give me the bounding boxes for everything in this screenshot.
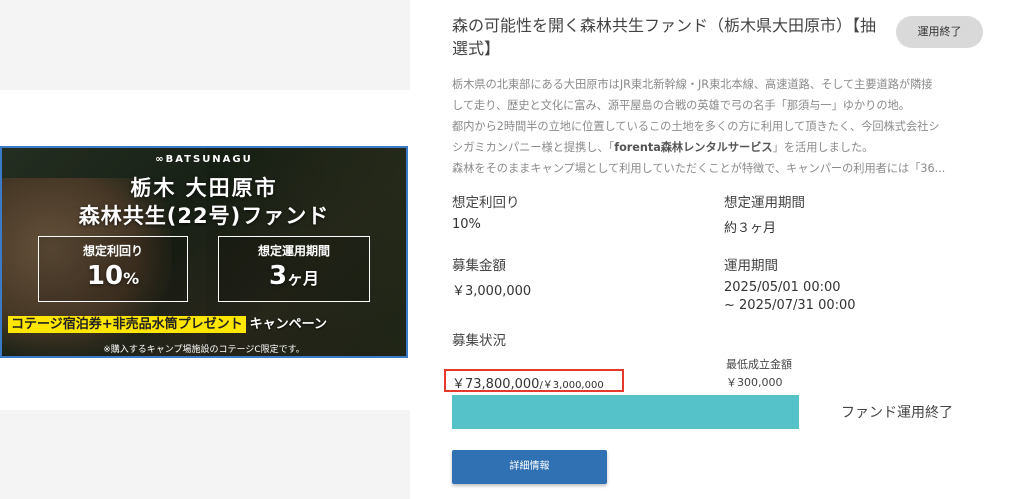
description-line: して走り、歴史と文化に富み、源平屋島の合戦の英雄で弓の名手「那須与一」ゆかりの地… [452,99,910,112]
raised-amount: ￥73,800,000/￥3,000,000 [452,373,604,392]
expected-yield-value: 10% [452,217,481,232]
banner-period-value: 3ヶ月 [268,261,320,291]
recruitment-status-label: 募集状況 [452,333,506,349]
banner-yield-value: 10% [86,261,140,291]
description-line: 森林をそのままキャンプ場として利用していただくことが特徴で、キャンパーの利用者に… [452,162,946,175]
card-background-bottom [0,410,410,499]
raised-target-value: /￥3,000,000 [539,380,604,391]
description-line: 都内から2時間半の立地に位置しているこの土地を多くの方に利用して頂きたく、今回株… [452,120,940,133]
min-amount-label: 最低成立金額 [726,358,792,371]
operation-period-label: 運用期間 [724,258,778,274]
banner-yield-box: 想定利回り 10% [38,236,188,302]
card-background-top [0,0,410,90]
banner-period-box: 想定運用期間 3ヶ月 [218,236,370,302]
banner-promo-highlight: コテージ宿泊券+非売品水筒プレゼント [8,316,246,333]
detail-button[interactable]: 詳細情報 [452,450,607,484]
banner-title-line1: 栃木 大田原市 [130,176,278,200]
expected-period-label: 想定運用期間 [724,195,805,211]
description-line: シガミカンパニー様と提携し、「forenta森林レンタルサービス」を活用しました… [452,141,874,154]
fund-title[interactable]: 森の可能性を開く森林共生ファンド（栃木県大田原市）【抽選式】 [452,14,882,60]
banner-period-label: 想定運用期間 [257,244,330,258]
raised-amount-value: ￥73,800,000 [452,377,540,392]
description-line: 栃木県の北東部にある大田原市はJR東北新幹線・JR東北本線、高速道路、そして主要… [452,78,933,91]
banner-logo: ∞BATSUNAGU [155,154,253,165]
banner-promo: コテージ宿泊券+非売品水筒プレゼント キャンペーン [8,314,404,336]
fund-status-text: ファンド運用終了 [841,405,953,421]
expected-yield-label: 想定利回り [452,195,520,211]
expected-period-value: 約３ヶ月 [724,221,777,236]
operation-period-end: ~ 2025/07/31 00:00 [724,298,856,313]
banner-yield-label: 想定利回り [82,244,143,258]
banner-promo-rest: キャンペーン [249,317,327,332]
fund-description: 栃木県の北東部にある大田原市はJR東北新幹線・JR東北本線、高速道路、そして主要… [452,74,984,179]
funding-progress-bar [452,395,799,429]
target-amount-value: ￥3,000,000 [452,284,532,299]
min-amount-value: ￥300,000 [726,376,783,389]
banner-note: ※購入するキャンプ場施設のコテージC限定です。 [103,345,305,355]
fund-banner-image[interactable]: ∞BATSUNAGU 栃木 大田原市 森林共生(22号)ファンド 想定利回り 1… [0,146,408,358]
banner-title-line2: 森林共生(22号)ファンド [78,204,330,228]
status-badge: 運用終了 [896,16,983,48]
left-column: ∞BATSUNAGU 栃木 大田原市 森林共生(22号)ファンド 想定利回り 1… [0,0,410,499]
service-name: forenta森林レンタルサービス [614,141,773,154]
target-amount-label: 募集金額 [452,258,506,274]
funding-progress-fill [452,395,799,429]
operation-period-start: 2025/05/01 00:00 [724,280,841,295]
